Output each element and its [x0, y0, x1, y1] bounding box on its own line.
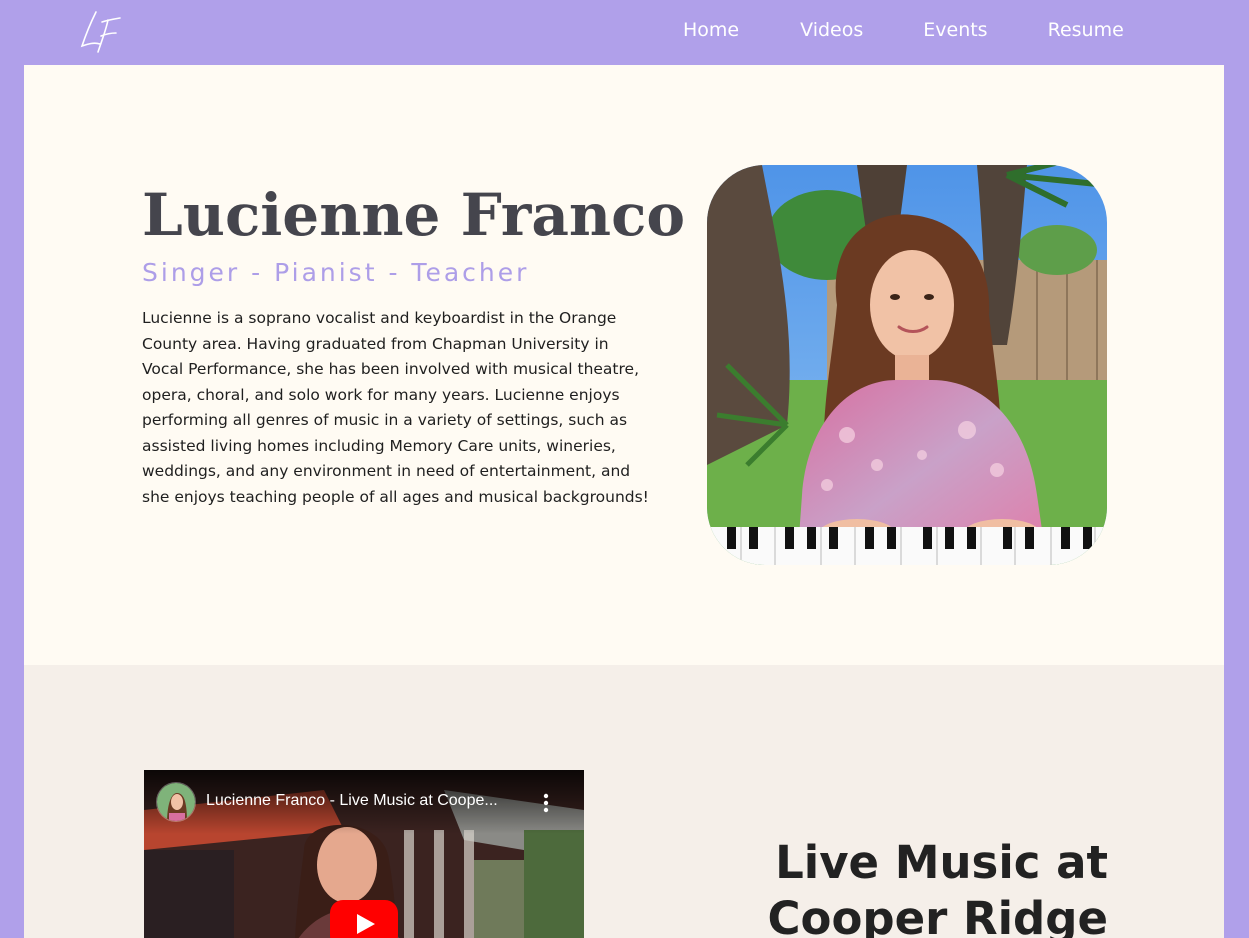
- main-nav: Home Videos Events Resume: [683, 17, 1124, 43]
- youtube-video-embed[interactable]: Lucienne Franco - Live Music at Coope...: [144, 770, 584, 938]
- hero-section: Lucienne Franco Singer - Pianist - Teach…: [24, 65, 1224, 665]
- artist-name-heading: Lucienne Franco: [142, 181, 686, 249]
- nav-events-link[interactable]: Events: [923, 17, 987, 43]
- artist-tagline: Singer - Pianist - Teacher: [142, 258, 530, 287]
- video-section-heading: Live Music at Cooper Ridge: [688, 835, 1108, 938]
- nav-videos-link[interactable]: Videos: [800, 17, 863, 43]
- artist-photo: [707, 165, 1107, 565]
- video-section: Lucienne Franco - Live Music at Coope...…: [24, 665, 1224, 938]
- artist-bio: Lucienne is a soprano vocalist and keybo…: [142, 309, 649, 506]
- heading-line-1: Live Music at: [775, 836, 1108, 889]
- more-vert-icon[interactable]: [536, 792, 556, 814]
- nav-resume-link[interactable]: Resume: [1048, 17, 1124, 43]
- site-header: Home Videos Events Resume: [0, 0, 1249, 65]
- video-title[interactable]: Lucienne Franco - Live Music at Coope...: [206, 792, 536, 810]
- logo-monogram-icon[interactable]: [74, 4, 126, 56]
- play-icon[interactable]: [330, 900, 398, 938]
- nav-home-link[interactable]: Home: [683, 17, 739, 43]
- heading-line-2: Cooper Ridge: [767, 892, 1108, 938]
- channel-avatar[interactable]: [156, 782, 196, 822]
